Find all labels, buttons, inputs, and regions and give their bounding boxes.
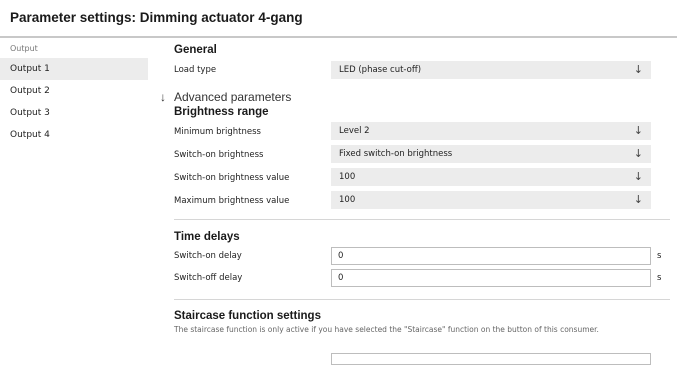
minimum-brightness-select[interactable]: Level 2 ↓ bbox=[331, 122, 651, 140]
section-divider bbox=[174, 299, 670, 300]
switch-off-delay-label: Switch-off delay bbox=[174, 273, 243, 283]
maximum-brightness-value-text: 100 bbox=[339, 195, 356, 205]
load-type-select[interactable]: LED (phase cut-off) ↓ bbox=[331, 61, 651, 79]
load-type-value: LED (phase cut-off) bbox=[339, 65, 422, 75]
maximum-brightness-value-label: Maximum brightness value bbox=[174, 196, 290, 206]
staircase-note: The staircase function is only active if… bbox=[174, 325, 599, 334]
sidebar-item-output-4[interactable]: Output 4 bbox=[0, 124, 148, 146]
advanced-parameters-label: Advanced parameters bbox=[174, 90, 292, 104]
section-title-brightness-range: Brightness range bbox=[174, 106, 269, 118]
switch-on-brightness-value-select[interactable]: 100 ↓ bbox=[331, 168, 651, 186]
switch-on-delay-label: Switch-on delay bbox=[174, 251, 242, 261]
page-title: Parameter settings: Dimming actuator 4-g… bbox=[10, 10, 303, 25]
switch-on-brightness-value-label: Switch-on brightness value bbox=[174, 173, 290, 183]
arrow-down-icon: ↓ bbox=[160, 90, 166, 104]
switch-off-delay-input[interactable]: 0 bbox=[331, 269, 651, 287]
chevron-down-icon: ↓ bbox=[633, 170, 643, 183]
switch-off-delay-unit: s bbox=[657, 273, 662, 283]
chevron-down-icon: ↓ bbox=[633, 124, 643, 137]
switch-on-brightness-label: Switch-on brightness bbox=[174, 150, 264, 160]
chevron-down-icon: ↓ bbox=[633, 147, 643, 160]
switch-on-delay-input[interactable]: 0 bbox=[331, 247, 651, 265]
minimum-brightness-value: Level 2 bbox=[339, 126, 370, 136]
section-title-general: General bbox=[174, 44, 217, 56]
load-type-label: Load type bbox=[174, 65, 217, 75]
staircase-field[interactable] bbox=[331, 353, 651, 365]
chevron-down-icon: ↓ bbox=[633, 63, 643, 76]
minimum-brightness-label: Minimum brightness bbox=[174, 127, 261, 137]
sidebar: Output Output 1 Output 2 Output 3 Output… bbox=[0, 40, 148, 146]
sidebar-item-output-3[interactable]: Output 3 bbox=[0, 102, 148, 124]
section-title-time-delays: Time delays bbox=[174, 231, 240, 243]
switch-on-brightness-value-text: 100 bbox=[339, 172, 356, 182]
sidebar-item-output-2[interactable]: Output 2 bbox=[0, 80, 148, 102]
switch-on-brightness-select[interactable]: Fixed switch-on brightness ↓ bbox=[331, 145, 651, 163]
chevron-down-icon: ↓ bbox=[633, 193, 643, 206]
sidebar-item-output-1[interactable]: Output 1 bbox=[0, 58, 148, 80]
section-divider bbox=[174, 219, 670, 220]
sidebar-heading: Output bbox=[10, 44, 38, 53]
advanced-parameters-toggle[interactable]: ↓ Advanced parameters bbox=[160, 90, 291, 104]
maximum-brightness-value-select[interactable]: 100 ↓ bbox=[331, 191, 651, 209]
switch-on-brightness-value: Fixed switch-on brightness bbox=[339, 149, 453, 159]
switch-on-delay-unit: s bbox=[657, 251, 662, 261]
section-title-staircase: Staircase function settings bbox=[174, 310, 321, 322]
title-divider bbox=[0, 36, 677, 38]
